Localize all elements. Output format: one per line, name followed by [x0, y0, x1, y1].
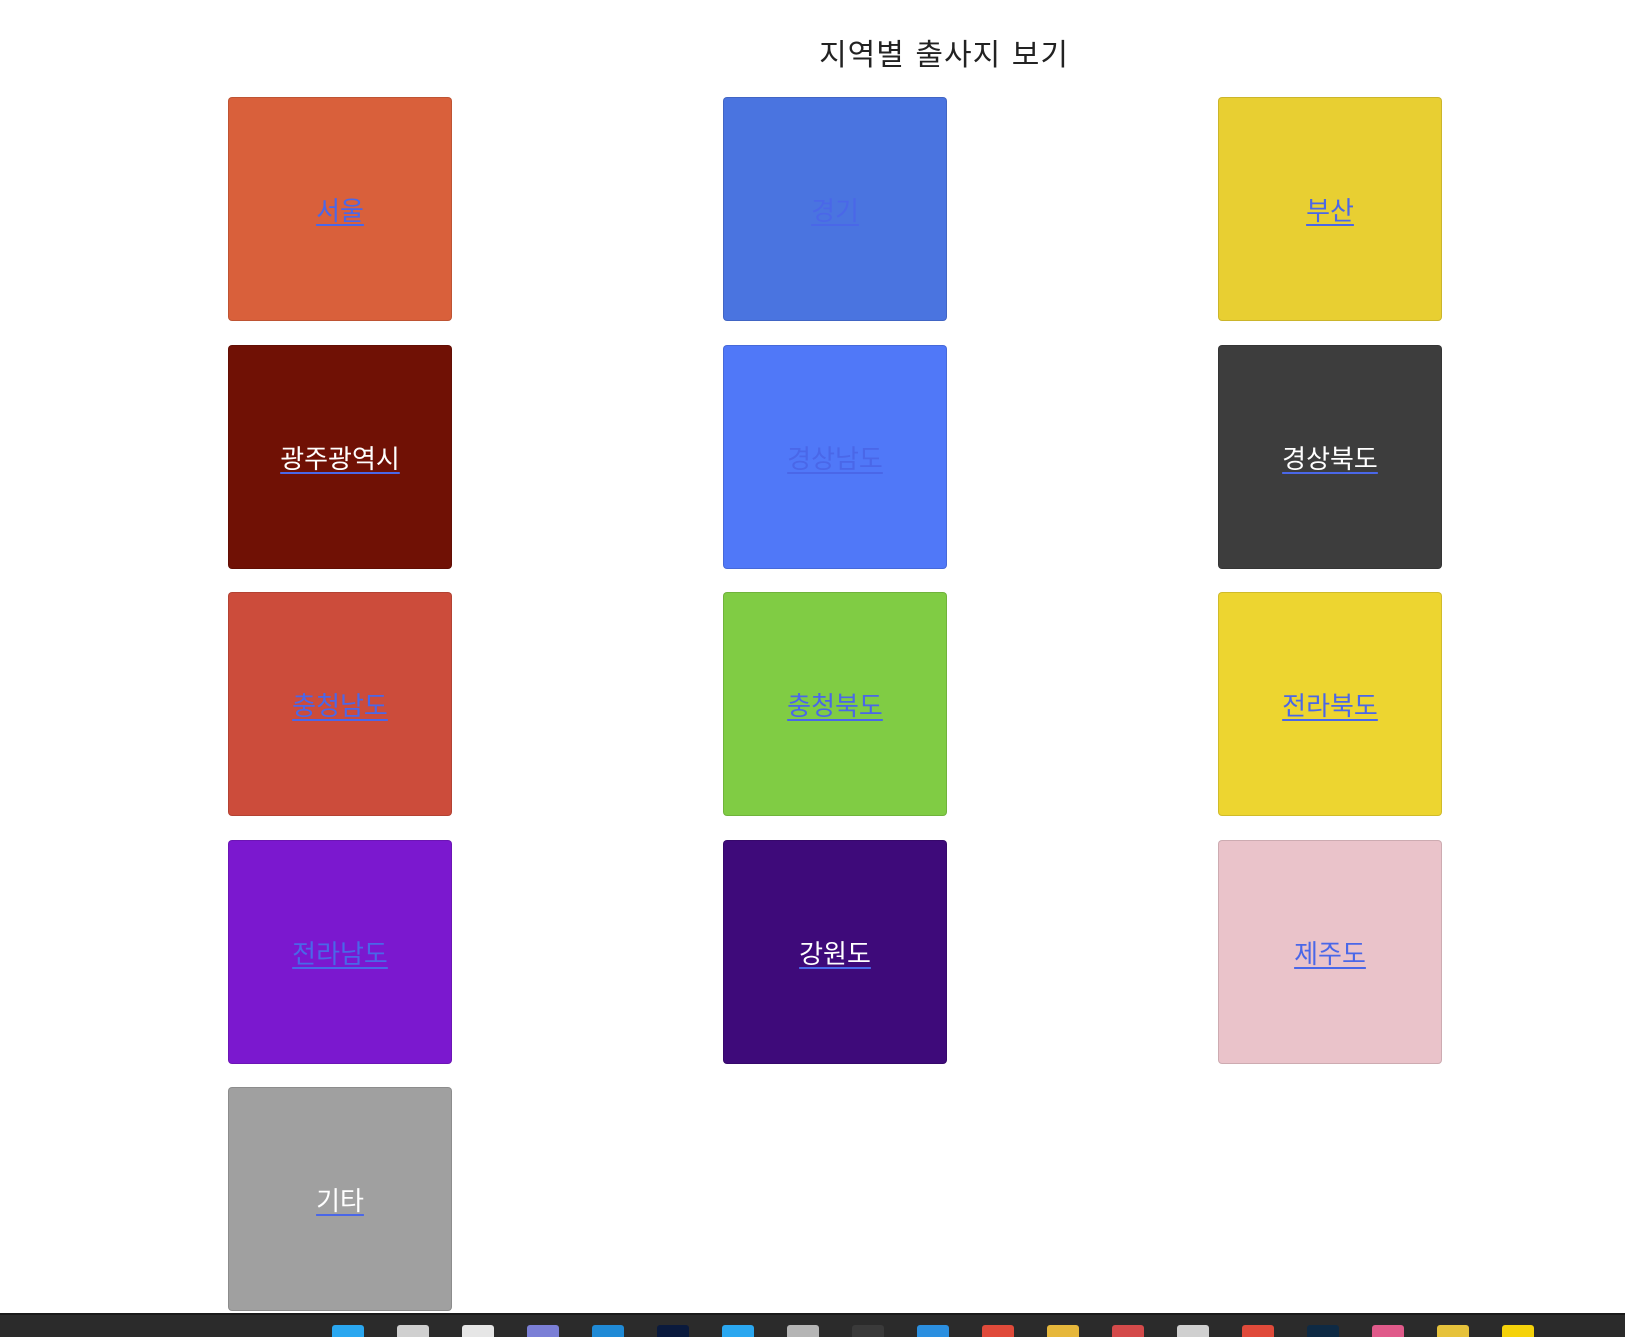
kakaotalk-icon[interactable]: [1502, 1325, 1534, 1337]
notepad-icon[interactable]: [787, 1325, 819, 1337]
region-tile[interactable]: 제주도: [1218, 840, 1442, 1064]
region-tile[interactable]: 광주광역시: [228, 345, 452, 569]
search-icon[interactable]: [397, 1325, 429, 1337]
region-tile[interactable]: 기타: [228, 1087, 452, 1311]
region-tile[interactable]: 서울: [228, 97, 452, 321]
file-explorer-icon[interactable]: [1047, 1325, 1079, 1337]
region-link[interactable]: 서울: [316, 191, 364, 228]
vscode-icon[interactable]: [917, 1325, 949, 1337]
region-link[interactable]: 전라북도: [1282, 686, 1378, 723]
region-link[interactable]: 기타: [316, 1181, 364, 1218]
region-tile[interactable]: 경기: [723, 97, 947, 321]
calendar-icon[interactable]: [1112, 1325, 1144, 1337]
region-tile[interactable]: 경상북도: [1218, 345, 1442, 569]
windows-start-icon[interactable]: [332, 1325, 364, 1337]
pokeball-icon[interactable]: [1242, 1325, 1274, 1337]
photoshop-icon[interactable]: [657, 1325, 689, 1337]
region-tile[interactable]: 강원도: [723, 840, 947, 1064]
chat-icon[interactable]: [527, 1325, 559, 1337]
page: 지역별 출사지 보기 서울 경기 부산 광주광역시 경상남도 경상북도 충청남도 충청북도 전라…: [0, 0, 1625, 1337]
region-tile[interactable]: 경상남도: [723, 345, 947, 569]
region-tile[interactable]: 전라북도: [1218, 592, 1442, 816]
region-link[interactable]: 충청남도: [292, 686, 388, 723]
region-link[interactable]: 전라남도: [292, 934, 388, 971]
app-icon[interactable]: [852, 1325, 884, 1337]
edge-icon[interactable]: [592, 1325, 624, 1337]
brush-icon[interactable]: [1372, 1325, 1404, 1337]
task-view-icon[interactable]: [462, 1325, 494, 1337]
region-link[interactable]: 광주광역시: [280, 439, 400, 476]
page-title: 지역별 출사지 보기: [819, 38, 1069, 73]
clock-icon[interactable]: [1177, 1325, 1209, 1337]
region-link[interactable]: 부산: [1306, 191, 1354, 228]
region-tile[interactable]: 부산: [1218, 97, 1442, 321]
terminal-icon[interactable]: [1307, 1325, 1339, 1337]
chrome-icon[interactable]: [982, 1325, 1014, 1337]
yellow-app-icon[interactable]: [1437, 1325, 1469, 1337]
region-link[interactable]: 경상북도: [1282, 439, 1378, 476]
region-tile[interactable]: 충청북도: [723, 592, 947, 816]
region-tile[interactable]: 충청남도: [228, 592, 452, 816]
store-icon[interactable]: [722, 1325, 754, 1337]
region-tile[interactable]: 전라남도: [228, 840, 452, 1064]
region-link[interactable]: 경상남도: [787, 439, 883, 476]
region-link[interactable]: 제주도: [1294, 934, 1366, 971]
region-link[interactable]: 충청북도: [787, 686, 883, 723]
region-link[interactable]: 강원도: [799, 934, 871, 971]
taskbar: [0, 1313, 1625, 1337]
region-link[interactable]: 경기: [811, 191, 859, 228]
